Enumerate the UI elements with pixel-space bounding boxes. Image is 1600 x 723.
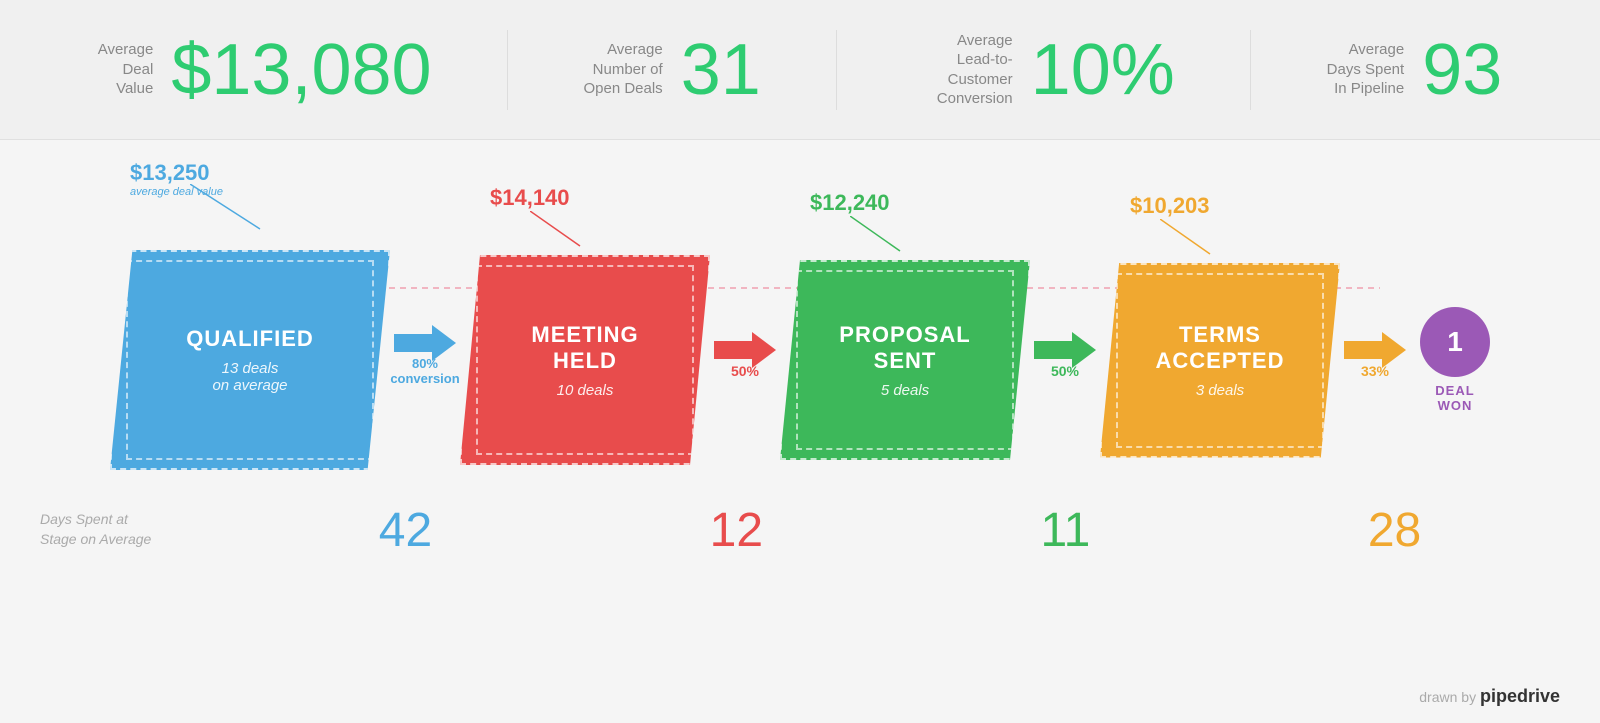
stage-proposal-sent: $12,240 PROPOSAL SENT 5 deals xyxy=(780,260,1030,460)
connector-1: 80% conversion xyxy=(390,334,460,386)
stat-avg-days: Average Days Spent In Pipeline 93 xyxy=(1327,34,1503,106)
pipeline-area: $13,250 average deal value QUALIFIED 13 … xyxy=(0,140,1600,580)
deal-won-wrapper: 1 DEAL WON xyxy=(1420,307,1490,413)
stat-divider-1 xyxy=(507,30,508,110)
proposal-name: PROPOSAL SENT xyxy=(839,322,970,374)
connector-3: 50% xyxy=(1030,341,1100,379)
meeting-shape: MEETING HELD 10 deals xyxy=(460,255,710,465)
stat-value-conversion: 10% xyxy=(1031,34,1175,106)
days-label-text: Days Spent at Stage on Average xyxy=(40,510,240,549)
qualified-shape: QUALIFIED 13 deals on average xyxy=(110,250,390,470)
stage-terms-accepted: $10,203 TERMS ACCEPTED 3 deals xyxy=(1100,263,1340,458)
proposal-deal-value-container: $12,240 xyxy=(810,190,890,216)
meeting-name: MEETING HELD xyxy=(531,322,638,374)
attribution-brand: pipedrive xyxy=(1480,686,1560,706)
stage-qualified: $13,250 average deal value QUALIFIED 13 … xyxy=(110,250,390,470)
arrow-line-4 xyxy=(1344,341,1382,359)
stat-value-days: 93 xyxy=(1422,34,1502,106)
days-value-meeting: 12 xyxy=(710,503,763,558)
meeting-deal-value: $14,140 xyxy=(490,185,570,211)
terms-name: TERMS ACCEPTED xyxy=(1155,322,1284,374)
days-value-proposal: 11 xyxy=(1041,503,1091,558)
arrow-line-1 xyxy=(394,334,432,352)
connector-2: 50% xyxy=(710,341,780,379)
stat-avg-open-deals: Average Number of Open Deals 31 xyxy=(583,34,760,106)
attribution-prefix: drawn by xyxy=(1419,689,1476,705)
terms-shape: TERMS ACCEPTED 3 deals xyxy=(1100,263,1340,458)
qualified-deal-value: $13,250 xyxy=(130,160,223,186)
proposal-shape: PROPOSAL SENT 5 deals xyxy=(780,260,1030,460)
terms-deals: 3 deals xyxy=(1196,382,1244,399)
stages-row: $13,250 average deal value QUALIFIED 13 … xyxy=(110,250,1490,470)
qualified-name: QUALIFIED xyxy=(186,326,314,352)
deal-won-circle: 1 xyxy=(1420,307,1490,377)
terms-deal-value-container: $10,203 xyxy=(1130,193,1210,219)
stats-bar: Average Deal Value $13,080 Average Numbe… xyxy=(0,0,1600,140)
qualified-value-arrow xyxy=(190,184,270,234)
stage-meeting-held: $14,140 MEETING HELD 10 deals xyxy=(460,255,710,465)
attribution: drawn by pipedrive xyxy=(1419,686,1560,707)
arrow-3 xyxy=(1034,341,1096,359)
proposal-deals: 5 deals xyxy=(881,382,929,399)
days-label-section: Days Spent at Stage on Average xyxy=(40,510,240,549)
stat-value-open-deals: 31 xyxy=(681,34,761,106)
days-value-qualified: 42 xyxy=(379,503,432,558)
stat-label-days: Average Days Spent In Pipeline xyxy=(1327,40,1405,99)
days-value-terms: 28 xyxy=(1368,503,1421,558)
arrow-line-3 xyxy=(1034,341,1072,359)
arrowhead-4 xyxy=(1382,332,1406,368)
terms-value-arrow xyxy=(1160,219,1220,259)
terms-deal-value: $10,203 xyxy=(1130,193,1210,219)
proposal-value-arrow xyxy=(850,216,910,256)
meeting-deals: 10 deals xyxy=(557,382,614,399)
meeting-value-arrow xyxy=(530,211,590,251)
arrow-line-2 xyxy=(714,341,752,359)
days-bar: Days Spent at Stage on Average 42 12 11 … xyxy=(0,480,1600,580)
arrow-1 xyxy=(394,334,456,352)
proposal-deal-value: $12,240 xyxy=(810,190,890,216)
stat-value-deal-value: $13,080 xyxy=(171,34,431,106)
stat-divider-3 xyxy=(1250,30,1251,110)
meeting-deal-value-container: $14,140 xyxy=(490,185,570,211)
connector-4: 33% xyxy=(1340,341,1410,379)
arrowhead-3 xyxy=(1072,332,1096,368)
arrowhead-1 xyxy=(432,325,456,361)
days-values: 42 12 11 28 xyxy=(240,503,1560,558)
stat-avg-deal-value: Average Deal Value $13,080 xyxy=(98,34,432,106)
arrow-4 xyxy=(1344,341,1406,359)
stat-label-open-deals: Average Number of Open Deals xyxy=(583,40,662,99)
stat-label-deal-value: Average Deal Value xyxy=(98,40,154,99)
arrow-2 xyxy=(714,341,776,359)
qualified-deals: 13 deals on average xyxy=(212,360,287,394)
deal-won-label: DEAL WON xyxy=(1435,383,1474,413)
stat-divider-2 xyxy=(836,30,837,110)
stat-label-conversion: Average Lead-to-Customer Conversion xyxy=(913,31,1013,109)
stat-avg-conversion: Average Lead-to-Customer Conversion 10% xyxy=(913,31,1175,109)
qualified-deal-value-container: $13,250 average deal value xyxy=(130,160,223,198)
arrowhead-2 xyxy=(752,332,776,368)
